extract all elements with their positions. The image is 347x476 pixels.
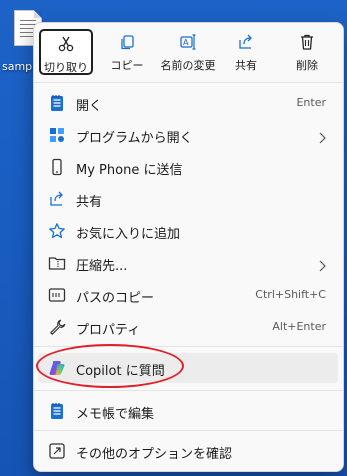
menu-item-more-options[interactable]: その他のオプションを確認 bbox=[38, 436, 338, 466]
chevron-right-icon bbox=[318, 257, 326, 272]
share-icon bbox=[48, 190, 66, 208]
star-icon bbox=[48, 222, 66, 240]
cut-label: 切り取り bbox=[44, 61, 88, 74]
wrench-icon bbox=[48, 318, 66, 336]
cut-button[interactable]: 切り取り bbox=[39, 29, 93, 75]
divider bbox=[34, 390, 343, 391]
delete-button[interactable]: 削除 bbox=[280, 29, 334, 75]
menu-item-label: メモ帳で編集 bbox=[76, 407, 155, 422]
menu-item-label: お気に入りに追加 bbox=[76, 227, 181, 242]
delete-label: 削除 bbox=[296, 59, 318, 72]
share-label: 共有 bbox=[235, 59, 257, 72]
rename-label: 名前の変更 bbox=[160, 59, 216, 72]
copy-icon bbox=[100, 33, 154, 55]
menu-item-properties[interactable]: プロパティ Alt+Enter bbox=[38, 312, 338, 342]
menu-item-compress[interactable]: 圧縮先... bbox=[38, 248, 338, 278]
menu-item-open[interactable]: 開く Enter bbox=[38, 88, 338, 118]
svg-text:A: A bbox=[183, 38, 189, 47]
menu-item-label: 共有 bbox=[76, 195, 103, 210]
trash-icon bbox=[280, 33, 334, 55]
menu-item-label: My Phone に送信 bbox=[76, 163, 183, 178]
zip-folder-icon bbox=[48, 254, 66, 272]
divider bbox=[34, 430, 343, 431]
more-options-icon bbox=[48, 442, 66, 460]
menu-item-send-to-phone[interactable]: My Phone に送信 bbox=[38, 152, 338, 182]
menu-item-copy-path[interactable]: パスのコピー Ctrl+Shift+C bbox=[38, 280, 338, 310]
context-menu-toolbar: 切り取り コピー A 名前の変更 共有 削除 bbox=[34, 23, 343, 81]
notepad-icon bbox=[48, 402, 66, 420]
copy-button[interactable]: コピー bbox=[100, 29, 154, 75]
menu-item-shortcut: Alt+Enter bbox=[272, 320, 326, 333]
menu-item-edit-notepad[interactable]: メモ帳で編集 bbox=[38, 396, 338, 426]
share-button[interactable]: 共有 bbox=[219, 29, 273, 75]
context-menu: 切り取り コピー A 名前の変更 共有 削除 開く Enter プログラムから開… bbox=[33, 22, 344, 472]
menu-item-shortcut: Enter bbox=[296, 96, 326, 109]
menu-item-label: プロパティ bbox=[76, 323, 141, 338]
open-with-icon bbox=[48, 126, 66, 144]
menu-item-label: 開く bbox=[76, 99, 103, 114]
divider bbox=[34, 82, 343, 83]
menu-item-add-favorite[interactable]: お気に入りに追加 bbox=[38, 216, 338, 246]
menu-item-label: その他のオプションを確認 bbox=[76, 447, 233, 462]
menu-item-shortcut: Ctrl+Shift+C bbox=[255, 288, 326, 301]
highlight-annotation-ring bbox=[36, 344, 184, 388]
menu-item-open-with[interactable]: プログラムから開く bbox=[38, 120, 338, 150]
path-copy-icon bbox=[48, 286, 66, 304]
menu-item-label: パスのコピー bbox=[76, 291, 155, 306]
menu-item-label: プログラムから開く bbox=[76, 131, 193, 146]
scissors-icon bbox=[41, 35, 91, 57]
menu-item-label: 圧縮先... bbox=[76, 259, 128, 274]
desktop-file-name: sampl bbox=[2, 60, 36, 73]
notepad-icon bbox=[48, 94, 66, 112]
menu-item-share[interactable]: 共有 bbox=[38, 184, 338, 214]
phone-icon bbox=[48, 158, 66, 176]
rename-icon: A bbox=[158, 33, 218, 55]
share-icon bbox=[219, 33, 273, 55]
rename-button[interactable]: A 名前の変更 bbox=[158, 29, 218, 75]
chevron-right-icon bbox=[318, 129, 326, 144]
copy-label: コピー bbox=[110, 59, 144, 72]
